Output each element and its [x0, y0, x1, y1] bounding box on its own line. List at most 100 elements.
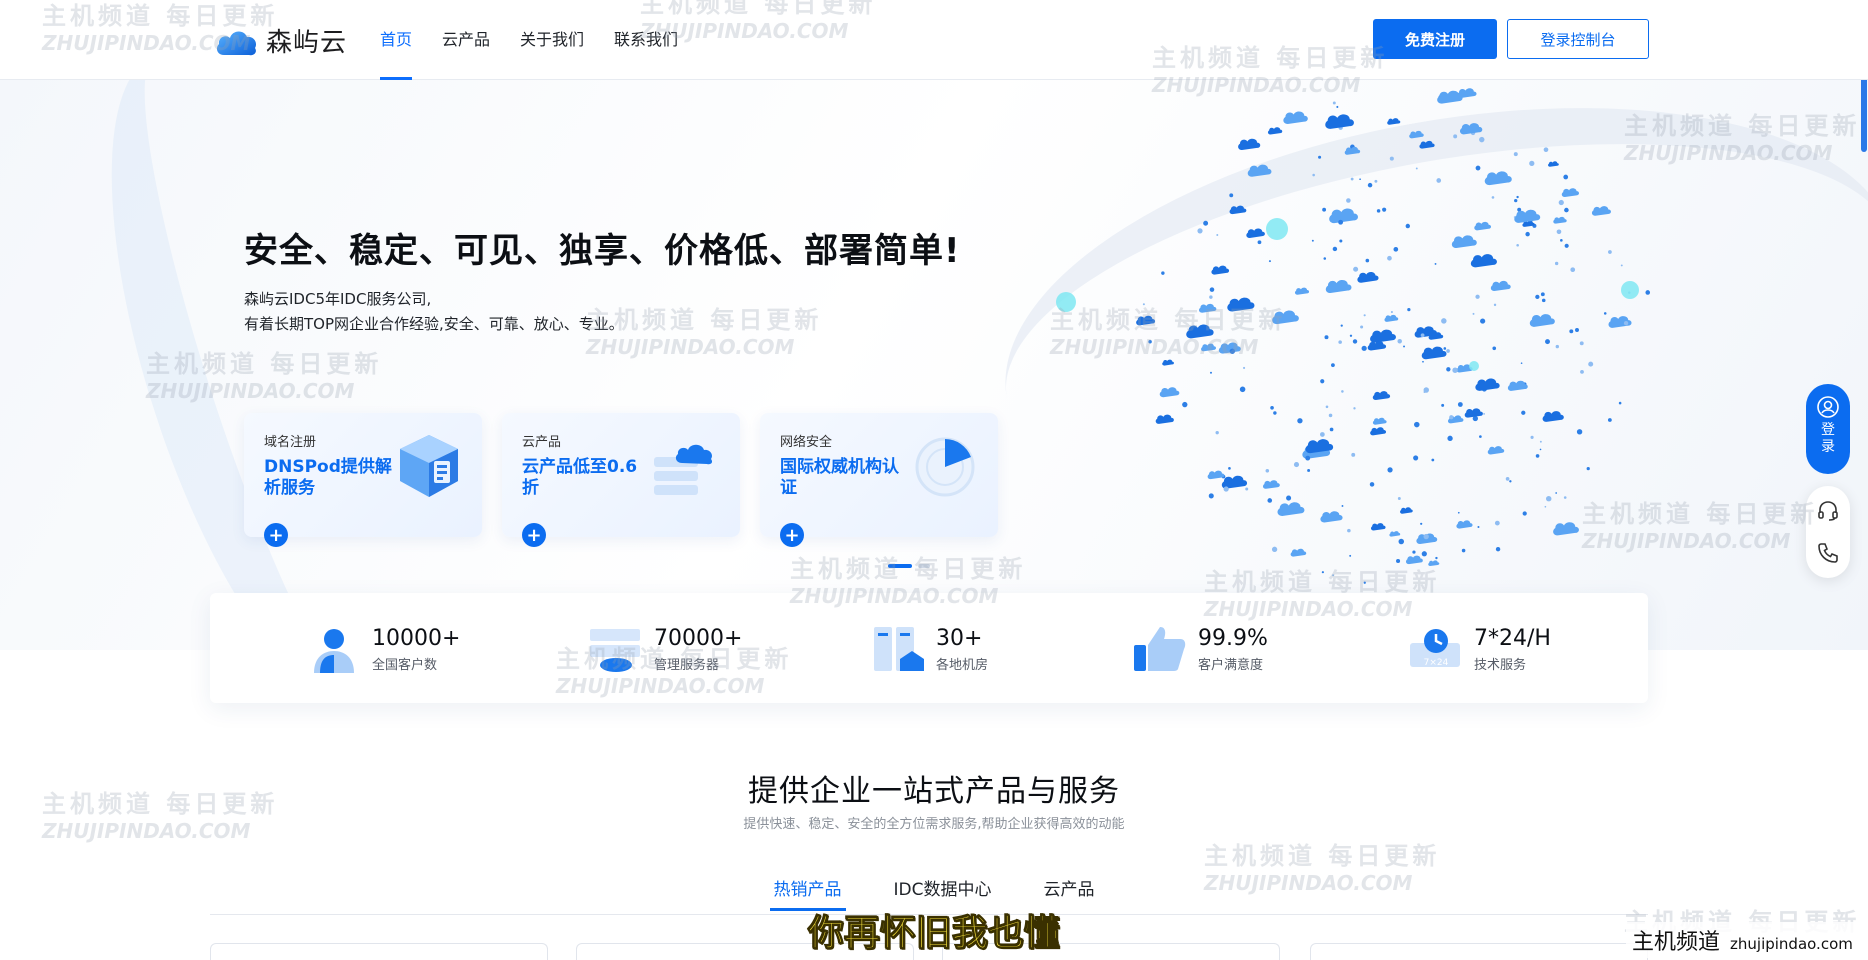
- globe-dot: [1293, 462, 1300, 468]
- site-logo[interactable]: 森屿云: [214, 22, 347, 59]
- globe-cloud: [1409, 130, 1424, 139]
- stat-value: 7*24/H: [1474, 625, 1551, 651]
- globe-dot: [1522, 511, 1527, 516]
- stat-label: 全国客户数: [372, 657, 438, 673]
- card-plus-button[interactable]: +: [780, 523, 804, 547]
- globe-cloud: [1357, 271, 1379, 283]
- globe-cloud: [1389, 531, 1401, 537]
- side-login-label: 登录: [1821, 422, 1835, 455]
- card-plus-button[interactable]: +: [522, 523, 546, 547]
- feature-card-cloud[interactable]: 云产品 云产品低至0.6折 +: [502, 413, 740, 547]
- globe-dot: [1530, 435, 1534, 439]
- globe-dot: [1509, 480, 1512, 483]
- globe-cloud: [1553, 522, 1579, 536]
- globe-dot: [1546, 495, 1552, 502]
- globe-cloud: [1464, 408, 1483, 418]
- brand-en: zhujipindao.com: [1730, 935, 1853, 953]
- globe-cloud: [1207, 470, 1225, 480]
- globe-dot: [1387, 467, 1393, 473]
- globe-dot: [1374, 179, 1378, 183]
- globe-dot: [1353, 407, 1356, 410]
- stat-value: 99.9%: [1198, 625, 1268, 651]
- globe-cloud: [1490, 280, 1511, 292]
- globe-dot: [1441, 403, 1445, 407]
- globe-dot: [1367, 182, 1373, 188]
- globe-dot: [1353, 266, 1359, 272]
- globe-dot: [1361, 345, 1367, 351]
- stat-item: 70000+ 管理服务器: [588, 623, 742, 675]
- globe-dot: [1516, 243, 1519, 247]
- globe-dot: [1396, 558, 1401, 564]
- globe-cloud: [1162, 359, 1174, 366]
- globe-dot: [1338, 219, 1344, 225]
- globe-dot: [1492, 346, 1497, 351]
- globe-dot: [1421, 551, 1427, 557]
- globe-dot: [1580, 369, 1584, 374]
- free-register-button[interactable]: 免费注册: [1373, 19, 1497, 59]
- globe-dot: [1472, 312, 1475, 315]
- globe-dot: [1514, 199, 1518, 203]
- globe-cloud: [1238, 138, 1261, 151]
- stat-value: 30+: [936, 625, 983, 651]
- side-login-button[interactable]: 登录: [1806, 384, 1850, 474]
- card-category: 云产品: [522, 435, 562, 450]
- nav-item-home[interactable]: 首页: [380, 0, 413, 80]
- globe-dot: [1618, 401, 1622, 405]
- globe-cloud: [1320, 511, 1343, 523]
- globe-dot: [1521, 410, 1526, 415]
- globe-cloud: [1456, 520, 1473, 529]
- stat-item: 99.9% 客户满意度: [1132, 623, 1268, 675]
- globe-dot: [1607, 418, 1612, 422]
- carousel-dot[interactable]: [888, 564, 912, 568]
- feature-card-security[interactable]: 网络安全 国际权威机构认证 +: [760, 413, 998, 547]
- globe-dot: [1545, 339, 1550, 345]
- globe-dot: [1349, 554, 1352, 557]
- stat-item: 7×24 7*24/H 技术服务: [1408, 623, 1551, 675]
- stat-label: 各地机房: [936, 657, 989, 673]
- globe-dot: [1420, 333, 1425, 338]
- globe-cloud: [1290, 548, 1307, 557]
- cloud-server-icon: [654, 444, 713, 495]
- globe-dot: [1339, 239, 1343, 243]
- globe-dot: [1539, 440, 1542, 443]
- nav-item-cloud-products[interactable]: 云产品: [442, 0, 490, 80]
- main-nav: 首页 云产品 关于我们 联系我们: [380, 0, 708, 80]
- globe-dot: [1446, 367, 1451, 372]
- globe-dot: [1318, 155, 1322, 159]
- globe-dot: [1349, 334, 1353, 337]
- globe-dot: [1365, 258, 1370, 263]
- globe-dot: [1323, 257, 1327, 260]
- globe-dot: [1332, 574, 1335, 577]
- globe-cloud: [1553, 216, 1567, 224]
- globe-dot: [1397, 497, 1401, 500]
- headset-icon[interactable]: [1816, 499, 1840, 523]
- nav-item-about[interactable]: 关于我们: [520, 0, 584, 80]
- globe-cloud: [1387, 118, 1401, 125]
- globe-dot: [1540, 292, 1545, 297]
- globe-cloud: [1475, 378, 1500, 391]
- globe-dot: [1397, 338, 1402, 344]
- globe-dot: [1393, 246, 1399, 252]
- stats-bar: 10000+ 全国客户数 70000+ 管理服务器 30+ 各地机房 99.9%…: [210, 593, 1648, 703]
- globe-glow-dot: [1056, 292, 1076, 312]
- card-plus-button[interactable]: +: [264, 523, 288, 547]
- globe-dot: [1457, 511, 1460, 514]
- globe-dot: [1483, 412, 1486, 415]
- globe-cloud: [1229, 205, 1247, 215]
- globe-dot: [1412, 550, 1416, 554]
- globe-dot: [1435, 556, 1438, 560]
- globe-dot: [1329, 427, 1334, 432]
- carousel-dot[interactable]: [918, 564, 930, 568]
- nav-item-contact[interactable]: 联系我们: [614, 0, 678, 80]
- globe-cloud: [1370, 523, 1386, 531]
- globe-dot: [1495, 546, 1501, 552]
- carousel-indicator[interactable]: [888, 564, 930, 568]
- feature-card-domain[interactable]: 域名注册 DNSPod提供解析服务 +: [244, 413, 482, 547]
- phone-icon[interactable]: [1816, 541, 1840, 565]
- globe-dot: [1398, 538, 1405, 545]
- globe-dot: [1563, 496, 1567, 499]
- customer-icon: [314, 629, 354, 673]
- globe-cloud: [1529, 314, 1555, 327]
- globe-dot: [1493, 303, 1497, 307]
- login-console-button[interactable]: 登录控制台: [1507, 19, 1649, 59]
